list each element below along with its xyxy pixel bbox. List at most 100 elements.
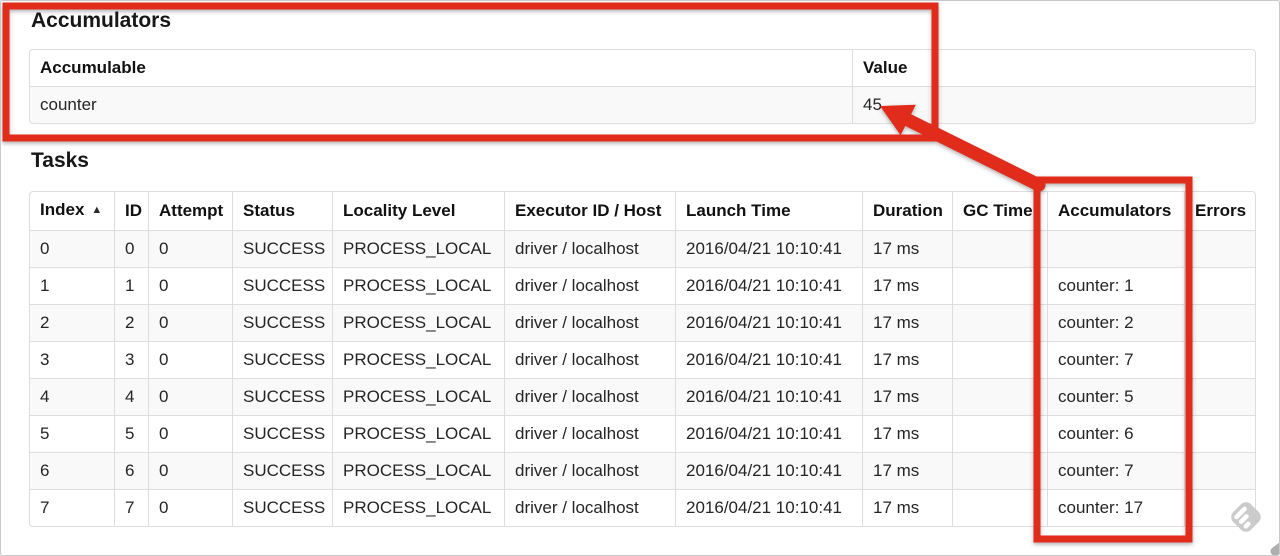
task-cell-attempt: 0 <box>148 267 232 304</box>
task-cell-id: 0 <box>114 230 148 267</box>
task-cell-duration: 17 ms <box>862 378 952 415</box>
task-cell-locality-level: PROCESS_LOCAL <box>332 415 504 452</box>
task-cell-errors <box>1184 489 1255 526</box>
task-cell-errors <box>1184 452 1255 489</box>
task-cell-gc-time <box>952 230 1047 267</box>
annotation-arrow-shaft <box>899 112 1046 192</box>
task-cell-launch-time: 2016/04/21 10:10:41 <box>675 378 862 415</box>
task-cell-locality-level: PROCESS_LOCAL <box>332 267 504 304</box>
task-row-1: 1 1 0 SUCCESS PROCESS_LOCAL driver / localhos… <box>30 267 1255 304</box>
task-cell-accumulators: counter: 5 <box>1047 378 1184 415</box>
task-cell-id: 7 <box>114 489 148 526</box>
accumulable-name-cell: counter <box>30 86 852 123</box>
task-row-3: 3 3 0 SUCCESS PROCESS_LOCAL driver / localhos… <box>30 341 1255 378</box>
task-cell-attempt: 0 <box>148 415 232 452</box>
accumulator-row: counter 45 <box>30 86 1255 123</box>
task-cell-id: 2 <box>114 304 148 341</box>
tasks-section-title: Tasks <box>31 149 89 172</box>
task-cell-id: 5 <box>114 415 148 452</box>
task-cell-locality-level: PROCESS_LOCAL <box>332 304 504 341</box>
task-row-2: 2 2 0 SUCCESS PROCESS_LOCAL driver / localhos… <box>30 304 1255 341</box>
task-cell-attempt: 0 <box>148 378 232 415</box>
task-cell-index: 3 <box>30 341 114 378</box>
task-cell-executor-id-host: driver / localhost <box>504 341 675 378</box>
task-cell-locality-level: PROCESS_LOCAL <box>332 341 504 378</box>
task-cell-duration: 17 ms <box>862 230 952 267</box>
task-row-7: 7 7 0 SUCCESS PROCESS_LOCAL driver / localhos… <box>30 489 1255 526</box>
task-cell-index: 4 <box>30 378 114 415</box>
column-header-launch-time[interactable]: Launch Time <box>675 192 862 230</box>
column-header-attempt[interactable]: Attempt <box>148 192 232 230</box>
column-header-accumulable[interactable]: Accumulable <box>30 50 852 86</box>
task-cell-status: SUCCESS <box>232 230 332 267</box>
accumulators-table: Accumulable Value counter 45 <box>29 49 1256 124</box>
task-cell-executor-id-host: driver / localhost <box>504 489 675 526</box>
task-cell-index: 0 <box>30 230 114 267</box>
task-cell-status: SUCCESS <box>232 452 332 489</box>
task-cell-duration: 17 ms <box>862 267 952 304</box>
task-cell-index: 7 <box>30 489 114 526</box>
task-cell-errors <box>1184 378 1255 415</box>
task-cell-locality-level: PROCESS_LOCAL <box>332 452 504 489</box>
task-row-5: 5 5 0 SUCCESS PROCESS_LOCAL driver / localhos… <box>30 415 1255 452</box>
task-cell-index: 5 <box>30 415 114 452</box>
task-cell-duration: 17 ms <box>862 415 952 452</box>
task-cell-gc-time <box>952 304 1047 341</box>
task-cell-launch-time: 2016/04/21 10:10:41 <box>675 230 862 267</box>
column-header-value[interactable]: Value <box>852 50 1255 86</box>
task-cell-status: SUCCESS <box>232 378 332 415</box>
task-cell-id: 3 <box>114 341 148 378</box>
column-header-accumulators[interactable]: Accumulators <box>1047 192 1184 230</box>
task-cell-errors <box>1184 304 1255 341</box>
task-row-6: 6 6 0 SUCCESS PROCESS_LOCAL driver / localhos… <box>30 452 1255 489</box>
column-header-errors[interactable]: Errors <box>1184 192 1255 230</box>
task-cell-gc-time <box>952 489 1047 526</box>
task-cell-status: SUCCESS <box>232 341 332 378</box>
column-header-id[interactable]: ID <box>114 192 148 230</box>
task-cell-status: SUCCESS <box>232 267 332 304</box>
task-cell-errors <box>1184 230 1255 267</box>
column-header-gc-time[interactable]: GC Time <box>952 192 1047 230</box>
task-cell-attempt: 0 <box>148 304 232 341</box>
column-header-executor-id-host[interactable]: Executor ID / Host <box>504 192 675 230</box>
task-cell-index: 6 <box>30 452 114 489</box>
task-cell-launch-time: 2016/04/21 10:10:41 <box>675 489 862 526</box>
task-cell-executor-id-host: driver / localhost <box>504 304 675 341</box>
task-cell-status: SUCCESS <box>232 304 332 341</box>
task-cell-errors <box>1184 415 1255 452</box>
task-cell-attempt: 0 <box>148 341 232 378</box>
column-header-index-label: Index <box>40 200 85 219</box>
task-cell-executor-id-host: driver / localhost <box>504 452 675 489</box>
task-cell-duration: 17 ms <box>862 489 952 526</box>
task-cell-locality-level: PROCESS_LOCAL <box>332 230 504 267</box>
task-cell-index: 1 <box>30 267 114 304</box>
task-row-0: 0 0 0 SUCCESS PROCESS_LOCAL driver / localhos… <box>30 230 1255 267</box>
task-cell-locality-level: PROCESS_LOCAL <box>332 489 504 526</box>
task-cell-launch-time: 2016/04/21 10:10:41 <box>675 267 862 304</box>
task-cell-gc-time <box>952 341 1047 378</box>
task-cell-accumulators: counter: 2 <box>1047 304 1184 341</box>
task-cell-errors <box>1184 267 1255 304</box>
task-cell-launch-time: 2016/04/21 10:10:41 <box>675 415 862 452</box>
task-cell-errors <box>1184 341 1255 378</box>
task-cell-launch-time: 2016/04/21 10:10:41 <box>675 452 862 489</box>
task-cell-index: 2 <box>30 304 114 341</box>
task-cell-attempt: 0 <box>148 452 232 489</box>
column-header-index[interactable]: Index ▲ <box>30 192 114 230</box>
column-header-locality-level[interactable]: Locality Level <box>332 192 504 230</box>
task-cell-locality-level: PROCESS_LOCAL <box>332 378 504 415</box>
task-row-4: 4 4 0 SUCCESS PROCESS_LOCAL driver / localhos… <box>30 378 1255 415</box>
task-cell-accumulators: counter: 7 <box>1047 452 1184 489</box>
task-cell-accumulators: counter: 1 <box>1047 267 1184 304</box>
column-header-duration[interactable]: Duration <box>862 192 952 230</box>
sort-ascending-icon: ▲ <box>91 204 103 216</box>
task-cell-executor-id-host: driver / localhost <box>504 378 675 415</box>
task-cell-executor-id-host: driver / localhost <box>504 230 675 267</box>
task-cell-attempt: 0 <box>148 230 232 267</box>
task-cell-id: 4 <box>114 378 148 415</box>
task-cell-id: 1 <box>114 267 148 304</box>
accumulators-section-title: Accumulators <box>31 9 172 32</box>
column-header-status[interactable]: Status <box>232 192 332 230</box>
watermark-corner-fragment <box>1270 537 1279 555</box>
task-cell-duration: 17 ms <box>862 304 952 341</box>
